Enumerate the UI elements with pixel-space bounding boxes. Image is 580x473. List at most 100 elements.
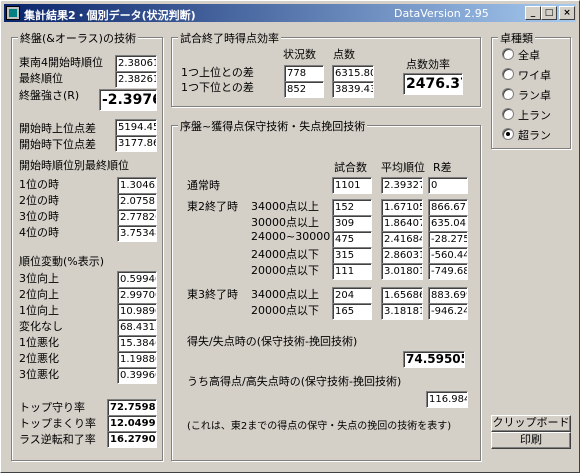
rank-change-label: 3位向上 [19, 272, 59, 285]
upper-diff-label: 1つ上位との差 [181, 66, 254, 79]
main-window: 集計結果2・個別データ(状況判断) DataVersion 2.95 _ □ ×… [0, 0, 580, 473]
east3-avg-rank: 1.65686 [381, 287, 423, 304]
diff-bottom-value: 3177.86 [115, 135, 157, 152]
window-title: 集計結果2・個別データ(状況判断) [24, 9, 196, 22]
r-diff-header: R差 [433, 161, 452, 174]
efficiency-value: 2476.37 [403, 73, 463, 95]
east2-games: 315 [332, 247, 372, 264]
start-rank-label: 2位の時 [19, 194, 59, 207]
rank-change-label: 2位向上 [19, 288, 59, 301]
clipboard-button[interactable]: クリップボード [491, 415, 571, 432]
radio-ran-table-label: ラン卓 [518, 89, 551, 102]
east3-row-label: 20000点以下 [251, 304, 319, 317]
east2-avg-rank: 3.01801 [381, 263, 423, 280]
strength-value: -2.3976 [99, 89, 157, 111]
upper-diff-count: 778 [284, 65, 324, 82]
east4-value: 2.38061 [115, 55, 157, 72]
maximize-button[interactable]: □ [541, 6, 557, 20]
efficiency-title: 試合終了時得点効率 [178, 30, 281, 46]
final-rank-value: 2.38261 [115, 71, 157, 88]
normal-avg-rank: 2.39327 [381, 177, 423, 194]
high-score-value: 116.984 [426, 391, 468, 408]
top-take-value: 12.0499 [107, 415, 157, 432]
radio-wai-table[interactable] [502, 68, 514, 80]
rank-change-value: 10.9890 [117, 303, 157, 320]
start-rank-value: 2.07581 [117, 193, 157, 210]
gain-loss-label: 得失/失点時の(保守技術-挽回技術) [187, 335, 358, 348]
games-header: 試合数 [334, 161, 367, 174]
normal-games: 1101 [332, 177, 372, 194]
midgame-title: 序盤~獲得点保守技術・失点挽回技術 [178, 118, 368, 134]
points-header: 点数 [333, 48, 355, 61]
rank-change-label: 2位悪化 [19, 352, 59, 365]
radio-wai-table-label: ワイ卓 [518, 69, 551, 82]
rank-change-value: 0.59940 [117, 271, 157, 288]
east2-games: 309 [332, 215, 372, 232]
east2-r-diff: 635.041 [428, 215, 468, 232]
final-by-start-title: 開始時順位別最終順位 [19, 159, 129, 172]
app-icon [6, 6, 20, 20]
count-header: 状況数 [283, 48, 316, 61]
east2-games: 152 [332, 199, 372, 216]
east2-avg-rank: 2.41684 [381, 231, 423, 248]
close-button[interactable]: × [559, 6, 575, 20]
radio-all-tables[interactable] [502, 48, 514, 60]
east2-games: 111 [332, 263, 372, 280]
lower-diff-count: 852 [284, 81, 324, 98]
east3-r-diff: -946.24 [428, 303, 468, 320]
final-rank-label: 最終順位 [19, 72, 63, 85]
rank-change-value: 1.19880 [117, 351, 157, 368]
east3-avg-rank: 3.18181 [381, 303, 423, 320]
radio-ran-table[interactable] [502, 88, 514, 100]
east2-r-diff: 866.671 [428, 199, 468, 216]
radio-upper-ran[interactable] [502, 108, 514, 120]
upper-diff-points: 6315.80 [332, 65, 374, 82]
east3-games: 165 [332, 303, 372, 320]
minimize-button[interactable]: _ [525, 6, 541, 20]
radio-upper-ran-label: 上ラン [518, 109, 551, 122]
technique-note: (これは、東2までの得点の保守・失点の挽回の技術を表す) [187, 421, 452, 432]
east2-row-label: 30000点以上 [251, 216, 319, 229]
east2-label: 東2終了時 [187, 200, 238, 213]
east3-r-diff: 883.699 [428, 287, 468, 304]
east3-label: 東3終了時 [187, 288, 238, 301]
start-rank-label: 4位の時 [19, 226, 59, 239]
rank-change-label: 1位悪化 [19, 336, 59, 349]
east2-avg-rank: 1.67105 [381, 199, 423, 216]
east2-r-diff: -749.68 [428, 263, 468, 280]
data-version: DataVersion 2.95 [394, 7, 489, 20]
east3-row-label: 34000点以上 [251, 288, 319, 301]
normal-label: 通常時 [187, 179, 220, 192]
diff-bottom-label: 開始時下位点差 [19, 138, 96, 151]
east3-games: 204 [332, 287, 372, 304]
endgame-title: 終盤(&オーラス)の技術 [18, 30, 138, 46]
east2-r-diff: -560.44 [428, 247, 468, 264]
print-button[interactable]: 印刷 [491, 432, 571, 449]
start-rank-value: 1.30465 [117, 177, 157, 194]
rank-change-label: 1位向上 [19, 304, 59, 317]
strength-label: 終盤強さ(R) [19, 89, 80, 102]
rank-change-label: 3位悪化 [19, 368, 59, 381]
avg-rank-header: 平均順位 [381, 161, 425, 174]
east2-row-label: 24000点以下 [251, 248, 319, 261]
last-escape-label: ラス逆転和了率 [19, 433, 96, 446]
table-type-title: 卓種類 [498, 30, 535, 46]
radio-super-ran[interactable] [502, 128, 514, 140]
east2-avg-rank: 1.86407 [381, 215, 423, 232]
start-rank-label: 1位の時 [19, 178, 59, 191]
gain-loss-value: 74.59505 [403, 351, 465, 368]
east2-row-label: 24000~30000 [251, 230, 331, 243]
title-bar[interactable]: 集計結果2・個別データ(状況判断) DataVersion 2.95 _ □ × [4, 4, 576, 22]
rank-change-title: 順位変動(%表示) [19, 255, 105, 268]
lower-diff-label: 1つ下位との差 [181, 81, 254, 94]
east2-games: 475 [332, 231, 372, 248]
east2-r-diff: -28.275 [428, 231, 468, 248]
normal-r-diff: 0 [428, 177, 468, 194]
last-escape-value: 16.2790 [107, 431, 157, 448]
east2-row-label: 34000点以上 [251, 200, 319, 213]
east2-row-label: 20000点以下 [251, 264, 319, 277]
top-keep-label: トップ守り率 [19, 401, 85, 414]
rank-change-value: 15.3846 [117, 335, 157, 352]
rank-change-value: 68.4315 [117, 319, 157, 336]
radio-super-ran-label: 超ラン [518, 129, 551, 142]
